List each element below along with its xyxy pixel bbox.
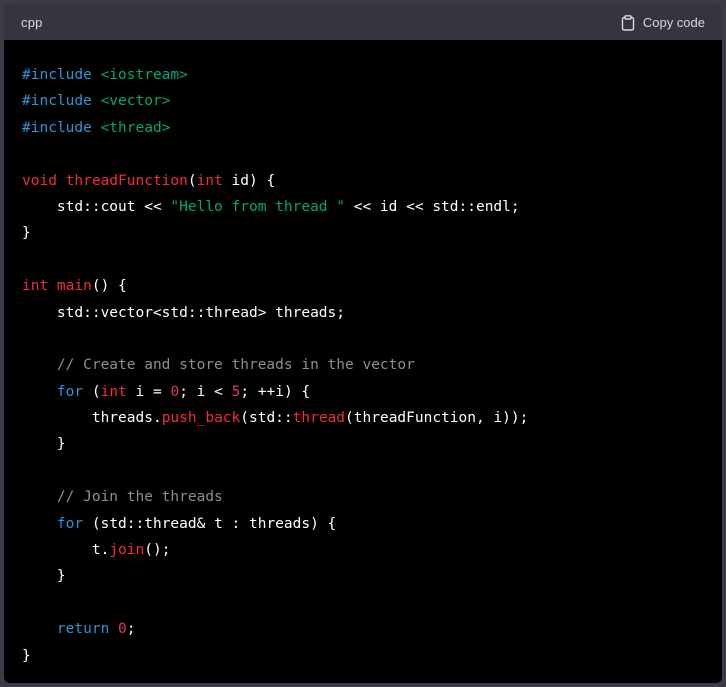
code-line: for (std::thread& t : threads) {	[22, 511, 528, 537]
code-token: <vector>	[100, 93, 171, 110]
clipboard-icon	[621, 14, 635, 31]
code-token: // Join the threads	[22, 489, 223, 506]
code-token: threadFunction	[65, 172, 188, 189]
code-token: 0	[118, 621, 127, 638]
code-token: <iostream>	[100, 67, 188, 83]
code-token: ();	[144, 542, 171, 559]
code-token: return	[56, 621, 110, 638]
code-token: push_back	[161, 410, 241, 427]
code-line: return 0;	[22, 616, 528, 642]
code-line: }	[22, 431, 528, 457]
code-token: threads.	[22, 410, 162, 427]
code-token: }	[22, 647, 31, 664]
code-token: "Hello from thread "	[170, 198, 346, 215]
code-token: (threadFunction, i));	[345, 410, 529, 427]
code-token: << id << std::endl;	[345, 198, 520, 215]
code-token: #include	[22, 93, 101, 110]
code-token: join	[109, 542, 145, 559]
code-token: for	[56, 383, 84, 400]
code-line: }	[22, 643, 528, 669]
code-token: }	[22, 225, 31, 242]
code-token: <thread>	[100, 119, 171, 136]
code-line: void threadFunction(int id) {	[22, 168, 528, 194]
code-line: threads.push_back(std::thread(threadFunc…	[22, 405, 529, 431]
code-token: main	[56, 278, 92, 295]
code-token: int	[22, 278, 57, 295]
code-line: }	[22, 220, 528, 246]
code-line: for (int i = 0; i < 5; ++i) {	[22, 379, 528, 405]
copy-code-label: Copy code	[642, 15, 705, 30]
code-token: for	[56, 515, 84, 532]
code-block: cpp Copy code #include <iostream> #includ…	[4, 5, 722, 683]
code-line: std::vector<std::thread> threads;	[22, 300, 528, 326]
code-line: int main() {	[22, 273, 528, 299]
copy-code-button[interactable]: Copy code	[621, 14, 705, 31]
code-line: }	[22, 563, 528, 589]
code-token: thread	[292, 410, 346, 427]
code-line: #include <iostream>	[22, 62, 528, 88]
code-token: (	[187, 172, 197, 189]
code-token: i =	[126, 383, 171, 400]
code-token: void	[22, 172, 66, 189]
code-token: 5	[231, 383, 241, 400]
code-token: (	[83, 383, 101, 400]
code-token: std::cout <<	[22, 198, 171, 215]
code-block-header: cpp Copy code	[4, 5, 722, 40]
code-token: ; i <	[179, 383, 232, 400]
code-line: #include <thread>	[22, 115, 528, 141]
code-line: std::cout << "Hello from thread " << id …	[22, 194, 528, 220]
code-line: // Create and store threads in the vecto…	[22, 352, 528, 378]
code-token: id) {	[222, 172, 276, 189]
code-line: #include <vector>	[22, 88, 528, 114]
code-content: #include <iostream> #include <vector> #inc…	[22, 62, 528, 669]
code-token: (std::thread& t : threads) {	[83, 515, 337, 532]
code-token: std::vector<std::thread> threads;	[22, 304, 346, 321]
code-line: // Join the threads	[22, 484, 528, 510]
code-token: #include	[22, 119, 101, 136]
code-token: int	[196, 172, 223, 189]
code-token: int	[100, 383, 127, 400]
code-token: // Create and store threads in the vecto…	[22, 357, 415, 374]
language-label: cpp	[21, 15, 43, 30]
code-token: #include	[22, 67, 101, 83]
code-token: (std::	[240, 410, 293, 427]
code-token: 0	[170, 383, 180, 400]
code-token: ; ++i) {	[240, 383, 311, 400]
code-token: t.	[22, 542, 110, 559]
code-token: }	[22, 436, 66, 453]
code-token: }	[22, 568, 66, 585]
code-token: () {	[91, 278, 127, 295]
code-token: ;	[126, 621, 136, 638]
code-line: t.join();	[22, 537, 528, 563]
